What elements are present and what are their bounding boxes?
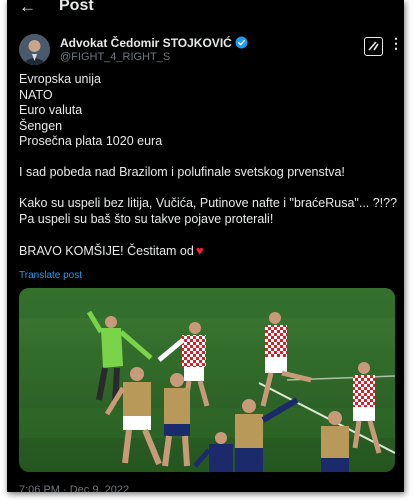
post-line: Evropska unija [19, 72, 101, 86]
post-line: NATO [19, 87, 53, 102]
page-title: Post [59, 0, 94, 14]
post-line: Šengen [19, 118, 63, 133]
top-bar: ← Post [7, 0, 404, 22]
more-icon[interactable]: ⋮ [389, 36, 403, 50]
avatar[interactable] [19, 34, 50, 65]
post-line: Prosečna plata 1020 eura [19, 134, 163, 148]
verified-badge-icon [235, 36, 248, 49]
back-arrow-icon[interactable]: ← [19, 0, 36, 17]
heart-icon: ♥ [195, 242, 204, 258]
post-line-bravo: BRAVO KOMŠIJE! Čestitam od ♥ [19, 243, 399, 259]
author-display-name[interactable]: Advokat Čedomir STOJKOVIĆ [60, 36, 232, 50]
post-timestamp[interactable]: 7:06 PM · Dec 9, 2022 [19, 484, 129, 492]
avatar-image [19, 34, 50, 65]
grok-icon [368, 41, 379, 51]
post-line: Kako su uspeli bez litija, Vučića, Putin… [19, 196, 398, 210]
translate-post-link[interactable]: Translate post [19, 270, 82, 281]
post-line: I sad pobeda nad Brazilom i polufinale s… [19, 165, 345, 179]
post-image[interactable] [19, 288, 395, 472]
author-name-row[interactable]: Advokat Čedomir STOJKOVIĆ [60, 35, 248, 50]
post-detail-screen: ← Post Advokat Čedomir STOJKOVIĆ @FIGHT_… [7, 0, 404, 492]
football-celebration-photo [19, 288, 395, 472]
grok-button[interactable] [364, 37, 383, 56]
post-line: BRAVO KOMŠIJE! Čestitam od [19, 243, 194, 258]
post-body: Evropska unija NATO Euro valuta Šengen P… [19, 72, 399, 258]
post-line: Euro valuta [19, 103, 83, 117]
author-handle[interactable]: @FIGHT_4_RIGHT_S [60, 51, 170, 63]
post-line: Pa uspeli su baš što su takve pojave pro… [19, 211, 274, 226]
